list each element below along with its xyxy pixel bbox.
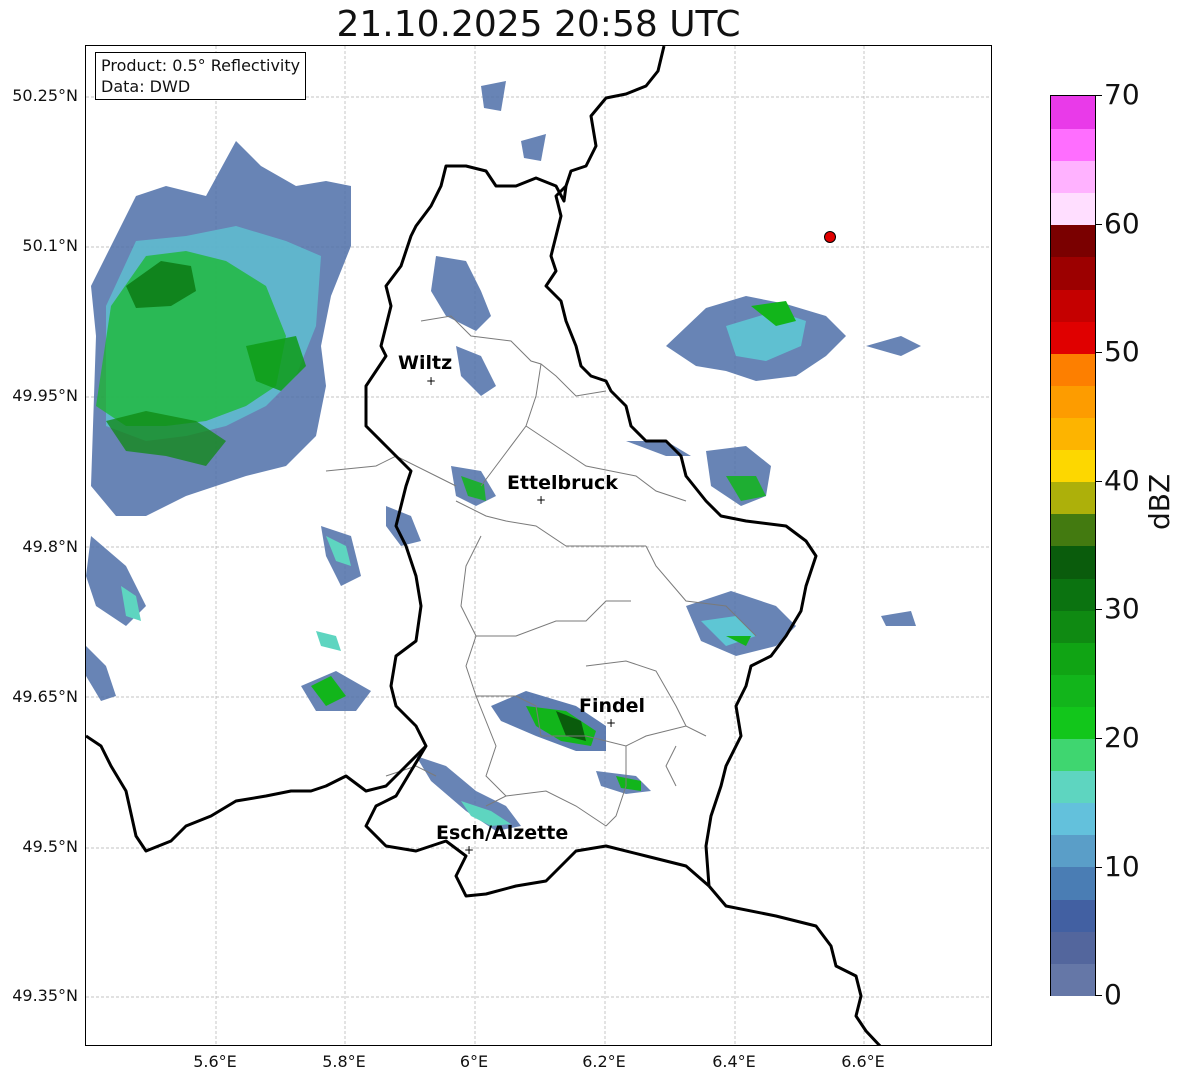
- colorbar-tick-mark: [1096, 738, 1102, 739]
- city-label-ettelbruck: Ettelbruck: [507, 472, 618, 494]
- colorbar-label: dBZ: [1143, 473, 1176, 530]
- colorbar-segment: [1051, 962, 1095, 996]
- colorbar-tick-mark: [1096, 609, 1102, 610]
- product-info-box: Product: 0.5° Reflectivity Data: DWD: [95, 52, 307, 100]
- colorbar-segment: [1051, 320, 1095, 354]
- colorbar-segment: [1051, 224, 1095, 258]
- colorbar-tick-mark: [1096, 352, 1102, 353]
- colorbar-segment: [1051, 545, 1095, 579]
- colorbar-tick-label: 60: [1104, 207, 1140, 240]
- city-marker-ettelbruck: +: [536, 493, 546, 507]
- lon-tick: 6.2°E: [582, 1052, 626, 1071]
- colorbar: [1050, 95, 1096, 996]
- colorbar-tick-label: 70: [1104, 78, 1140, 111]
- colorbar-segment: [1051, 288, 1095, 322]
- colorbar-tick-label: 20: [1104, 721, 1140, 754]
- colorbar-tick-label: 30: [1104, 592, 1140, 625]
- colorbar-segment: [1051, 834, 1095, 868]
- colorbar-segment: [1051, 481, 1095, 515]
- colorbar-tick-label: 40: [1104, 464, 1140, 497]
- colorbar-segment: [1051, 352, 1095, 386]
- colorbar-segment: [1051, 417, 1095, 451]
- colorbar-segment: [1051, 513, 1095, 547]
- lat-tick: 49.5°N: [22, 837, 78, 856]
- colorbar-segment: [1051, 256, 1095, 290]
- city-label-findel: Findel: [579, 695, 645, 717]
- data-source-line: Data: DWD: [101, 77, 191, 96]
- colorbar-segment: [1051, 673, 1095, 707]
- colorbar-tick-label: 10: [1104, 850, 1140, 883]
- colorbar-segment: [1051, 770, 1095, 804]
- lon-tick: 6°E: [459, 1052, 489, 1071]
- colorbar-tick-mark: [1096, 224, 1102, 225]
- lon-tick: 5.6°E: [193, 1052, 237, 1071]
- colorbar-tick-label: 0: [1104, 978, 1122, 1011]
- city-marker-findel: +: [606, 716, 616, 730]
- lat-tick: 50.1°N: [22, 236, 78, 255]
- colorbar-segment: [1051, 641, 1095, 675]
- lon-tick: 5.8°E: [322, 1052, 366, 1071]
- colorbar-tick-label: 50: [1104, 335, 1140, 368]
- colorbar-segment: [1051, 577, 1095, 611]
- product-line: Product: 0.5° Reflectivity: [101, 56, 301, 75]
- district-boundaries: [325, 315, 757, 827]
- colorbar-segment: [1051, 192, 1095, 226]
- colorbar-segment: [1051, 96, 1095, 129]
- colorbar-segment: [1051, 384, 1095, 418]
- city-label-esch-alzette: Esch/Alzette: [436, 822, 568, 844]
- city-marker-wiltz: +: [426, 374, 436, 388]
- city-marker-esch-alzette: +: [464, 843, 474, 857]
- colorbar-segment: [1051, 449, 1095, 483]
- colorbar-segment: [1051, 866, 1095, 900]
- map-area[interactable]: Wiltz + Ettelbruck + Findel + Esch/Alzet…: [85, 45, 992, 1046]
- colorbar-segment: [1051, 898, 1095, 932]
- colorbar-tick-mark: [1096, 95, 1102, 96]
- colorbar-segment: [1051, 930, 1095, 964]
- colorbar-tick-mark: [1096, 481, 1102, 482]
- colorbar-tick-mark: [1096, 867, 1102, 868]
- colorbar-segment: [1051, 128, 1095, 162]
- colorbar-segment: [1051, 802, 1095, 836]
- lat-tick: 49.35°N: [12, 986, 78, 1005]
- red-dot-marker: [824, 231, 836, 243]
- colorbar-segment: [1051, 160, 1095, 194]
- city-label-wiltz: Wiltz: [398, 352, 452, 374]
- colorbar-segment: [1051, 706, 1095, 740]
- lon-tick: 6.4°E: [712, 1052, 756, 1071]
- colorbar-segment: [1051, 738, 1095, 772]
- map-title: 21.10.2025 20:58 UTC: [336, 4, 741, 45]
- lat-tick: 50.25°N: [12, 86, 78, 105]
- lat-tick: 49.65°N: [12, 687, 78, 706]
- lat-tick: 49.95°N: [12, 386, 78, 405]
- lat-tick: 49.8°N: [22, 537, 78, 556]
- colorbar-tick-mark: [1096, 995, 1102, 996]
- colorbar-segment: [1051, 609, 1095, 643]
- lon-tick: 6.6°E: [841, 1052, 885, 1071]
- radar-map: Wiltz + Ettelbruck + Findel + Esch/Alzet…: [86, 46, 991, 1045]
